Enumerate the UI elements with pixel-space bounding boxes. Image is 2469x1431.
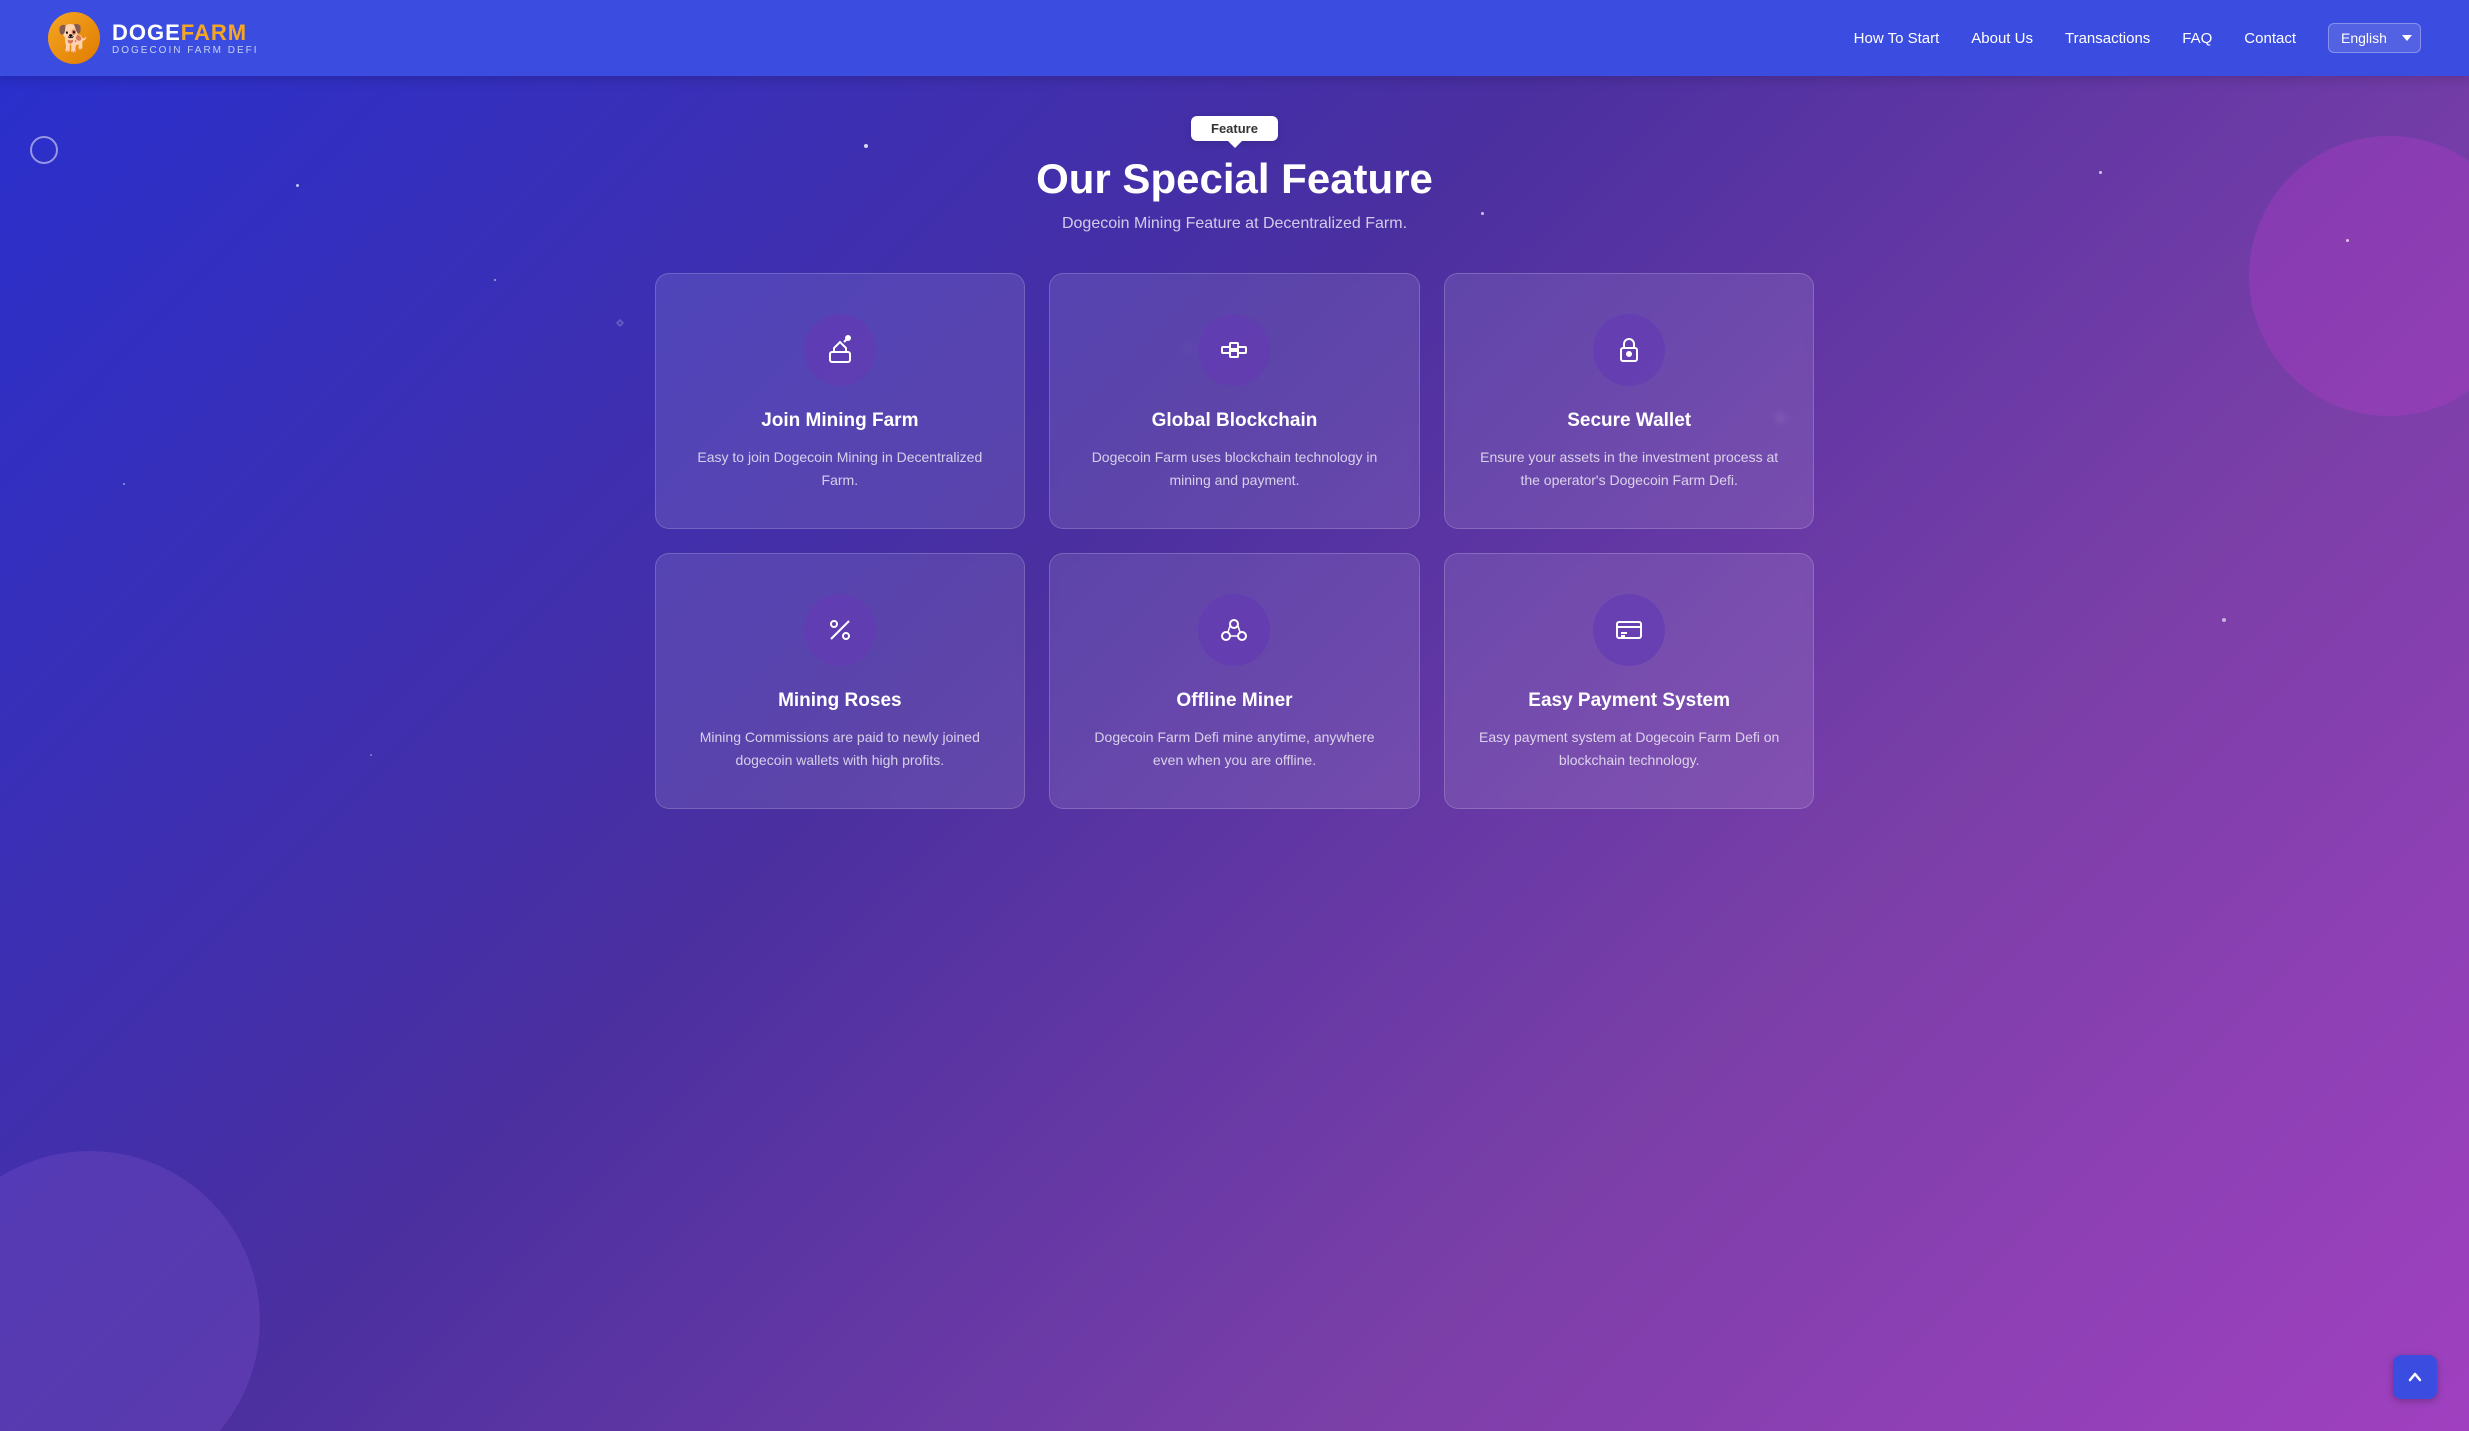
percent-icon (824, 614, 856, 646)
join-mining-icon-circle (804, 314, 876, 386)
bg-decor-circle-1 (0, 1151, 260, 1431)
nav-how-to-start[interactable]: How To Start (1854, 30, 1940, 47)
logo-doge: DOGE (112, 20, 181, 45)
logo-text-wrap: DOGE FARM DOGECOIN FARM DEFI (112, 20, 259, 57)
join-mining-desc: Easy to join Dogecoin Mining in Decentra… (688, 446, 993, 492)
chevron-up-icon (2405, 1367, 2425, 1387)
logo-farm: FARM (181, 20, 247, 45)
offline-miner-desc: Dogecoin Farm Defi mine anytime, anywher… (1082, 726, 1387, 772)
offline-miner-icon-circle (1198, 594, 1270, 666)
offline-miner-title: Offline Miner (1176, 690, 1292, 712)
feature-badge: Feature (1191, 116, 1278, 141)
nav-contact[interactable]: Contact (2244, 30, 2296, 47)
mining-roses-desc: Mining Commissions are paid to newly joi… (688, 726, 993, 772)
section-title: Our Special Feature (80, 155, 2389, 203)
mining-roses-title: Mining Roses (778, 690, 902, 712)
back-to-top-button[interactable] (2393, 1355, 2437, 1399)
secure-wallet-desc: Ensure your assets in the investment pro… (1477, 446, 1782, 492)
nav-about-us[interactable]: About Us (1971, 30, 2033, 47)
card-join-mining: Join Mining Farm Easy to join Dogecoin M… (655, 273, 1026, 529)
nav-transactions[interactable]: Transactions (2065, 30, 2150, 47)
card-easy-payment: Easy Payment System Easy payment system … (1444, 553, 1815, 809)
section-subtitle: Dogecoin Mining Feature at Decentralized… (80, 215, 2389, 233)
logo-subtitle: DOGECOIN FARM DEFI (112, 45, 259, 57)
secure-wallet-icon-circle (1593, 314, 1665, 386)
secure-wallet-title: Secure Wallet (1567, 410, 1691, 432)
global-blockchain-desc: Dogecoin Farm uses blockchain technology… (1082, 446, 1387, 492)
card-offline-miner: Offline Miner Dogecoin Farm Defi mine an… (1049, 553, 1420, 809)
card-secure-wallet: Secure Wallet Ensure your assets in the … (1444, 273, 1815, 529)
easy-payment-desc: Easy payment system at Dogecoin Farm Def… (1477, 726, 1782, 772)
card-mining-roses: Mining Roses Mining Commissions are paid… (655, 553, 1026, 809)
mining-icon (824, 334, 856, 366)
offline-icon (1218, 614, 1250, 646)
feature-badge-wrap: Feature (80, 116, 2389, 141)
payment-icon (1613, 614, 1645, 646)
main-section: Feature Our Special Feature Dogecoin Min… (0, 76, 2469, 1431)
wallet-lock-icon (1613, 334, 1645, 366)
join-mining-title: Join Mining Farm (761, 410, 918, 432)
easy-payment-icon-circle (1593, 594, 1665, 666)
navbar: 🐕 DOGE FARM DOGECOIN FARM DEFI How To St… (0, 0, 2469, 76)
nav-links: How To Start About Us Transactions FAQ C… (1854, 23, 2421, 53)
mining-roses-icon-circle (804, 594, 876, 666)
card-global-blockchain: Global Blockchain Dogecoin Farm uses blo… (1049, 273, 1420, 529)
logo-area[interactable]: 🐕 DOGE FARM DOGECOIN FARM DEFI (48, 12, 259, 64)
bg-decor-circle-3 (30, 136, 58, 164)
blockchain-icon (1218, 334, 1250, 366)
nav-faq[interactable]: FAQ (2182, 30, 2212, 47)
feature-badge-label: Feature (1211, 121, 1258, 136)
language-select[interactable]: English 中文 Español 한국어 (2328, 23, 2421, 53)
easy-payment-title: Easy Payment System (1528, 690, 1730, 712)
global-blockchain-icon-circle (1198, 314, 1270, 386)
logo-icon: 🐕 (48, 12, 100, 64)
cards-grid: Join Mining Farm Easy to join Dogecoin M… (655, 273, 1815, 809)
global-blockchain-title: Global Blockchain (1152, 410, 1318, 432)
